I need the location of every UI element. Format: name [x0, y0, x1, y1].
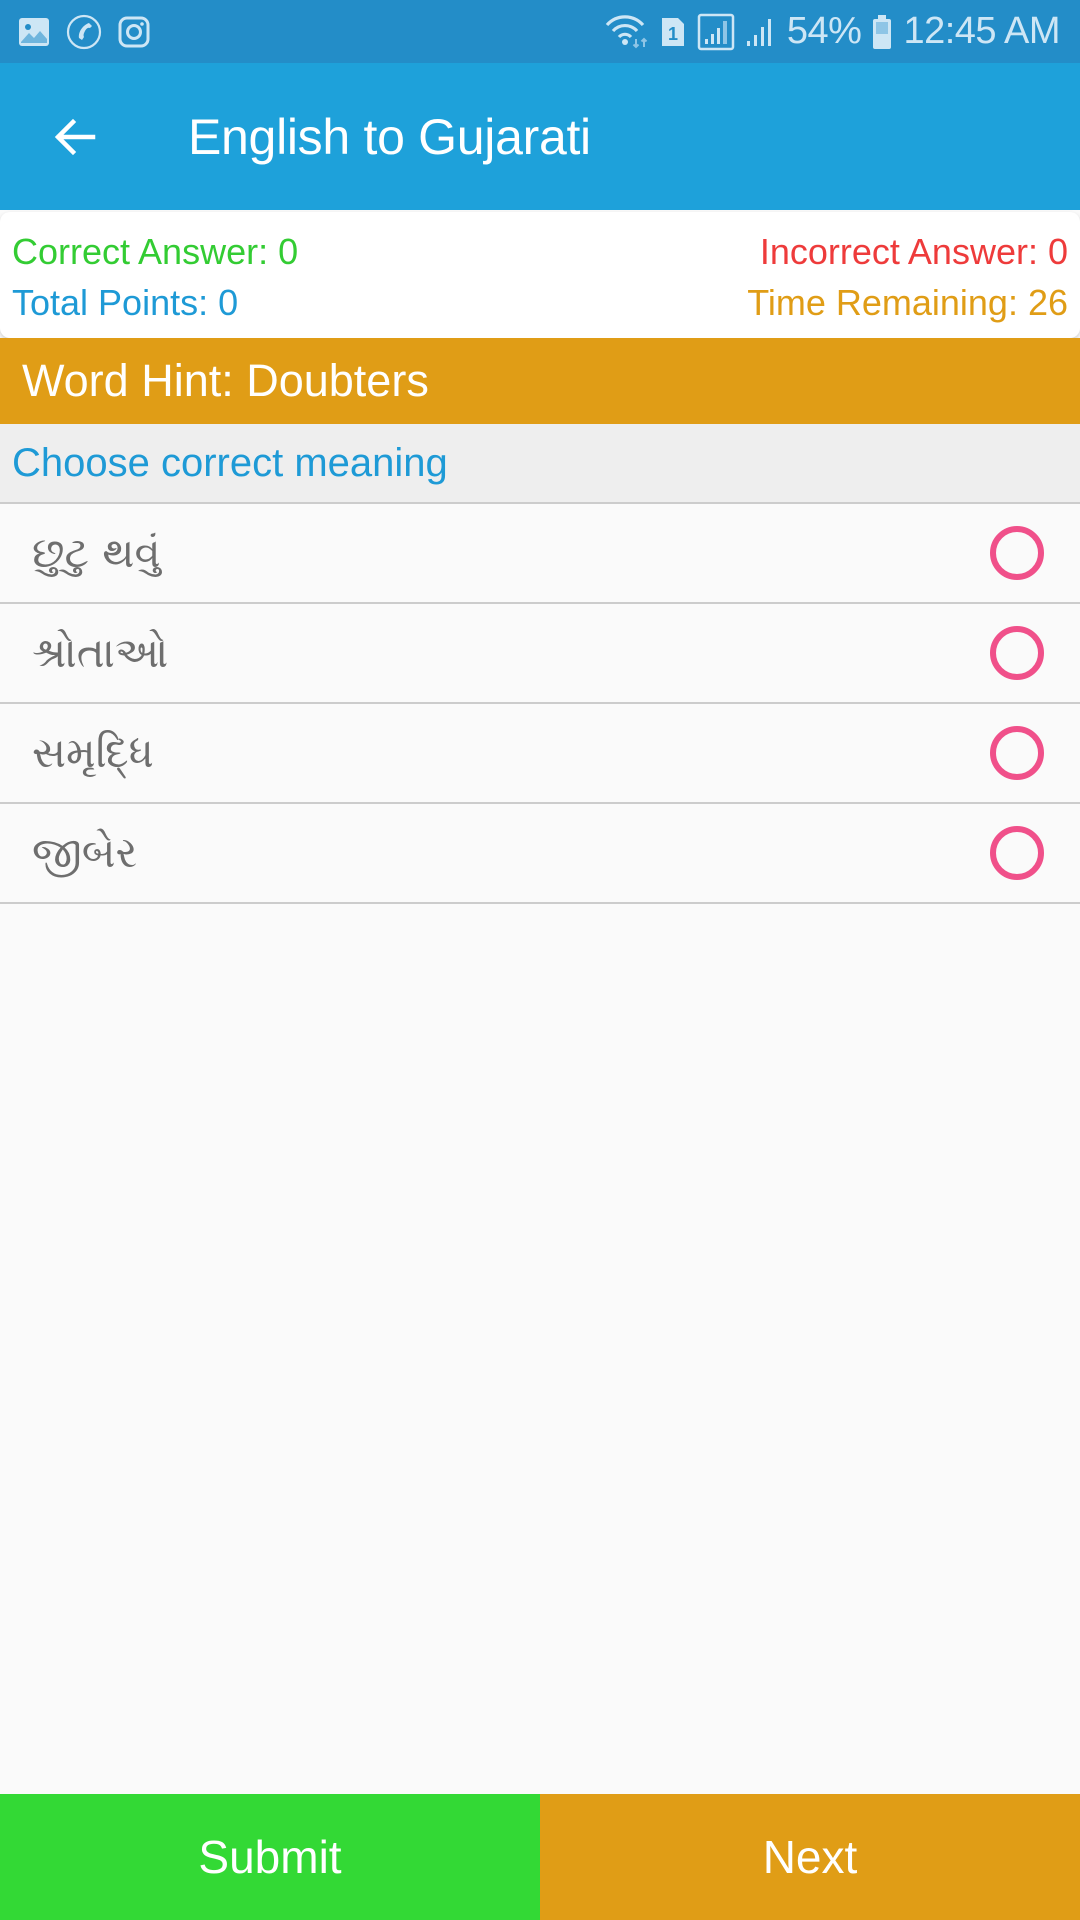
word-hint: Word Hint: Doubters	[22, 355, 429, 406]
instagram-icon	[118, 16, 150, 48]
answer-option[interactable]: જીબેર	[0, 804, 1080, 904]
gallery-icon	[18, 16, 50, 48]
bottom-action-bar: Submit Next	[0, 1794, 1080, 1920]
option-label: સમૃદ્ધિ	[32, 728, 154, 777]
option-label: જીબેર	[32, 828, 138, 877]
word-hint-bar: Word Hint: Doubters	[0, 338, 1080, 424]
submit-button[interactable]: Submit	[0, 1794, 540, 1920]
page-title: English to Gujarati	[188, 108, 591, 165]
score-row-status: Total Points: 0 Time Remaining: 26	[12, 277, 1068, 328]
radio-button[interactable]	[990, 626, 1044, 680]
status-bar: 1 54% 12:45 AM	[0, 0, 1080, 63]
question-prompt: Choose correct meaning	[12, 440, 448, 485]
question-header: Choose correct meaning	[0, 424, 1080, 504]
incorrect-answer-count: Incorrect Answer: 0	[759, 230, 1068, 272]
app-bar: English to Gujarati	[0, 63, 1080, 210]
option-label: છુટુ થવું	[32, 528, 161, 577]
signal-box-icon	[697, 13, 735, 51]
radio-button[interactable]	[990, 526, 1044, 580]
answer-option[interactable]: શ્રોતાઓ	[0, 604, 1080, 704]
signal-icon	[745, 15, 777, 49]
score-card: Correct Answer: 0 Incorrect Answer: 0 To…	[0, 212, 1080, 338]
battery-icon	[871, 14, 893, 50]
arrow-left-icon	[54, 118, 96, 155]
time-remaining: Time Remaining: 26	[747, 281, 1068, 323]
notification-icons	[18, 14, 166, 50]
answer-option[interactable]: સમૃદ્ધિ	[0, 704, 1080, 804]
battery-percent: 54%	[786, 10, 862, 52]
back-button[interactable]	[40, 102, 110, 172]
system-icons: 1 54% 12:45 AM	[605, 10, 1060, 53]
total-points: Total Points: 0	[12, 281, 239, 323]
answer-option[interactable]: છુટુ થવું	[0, 504, 1080, 604]
radio-button[interactable]	[990, 826, 1044, 880]
wifi-icon	[605, 14, 649, 49]
sim-1-icon: 1	[659, 15, 687, 49]
answer-options: છુટુ થવું શ્રોતાઓ સમૃદ્ધિ જીબેર	[0, 504, 1080, 904]
option-label: શ્રોતાઓ	[32, 628, 169, 677]
radio-button[interactable]	[990, 726, 1044, 780]
next-button[interactable]: Next	[540, 1794, 1080, 1920]
svg-text:1: 1	[668, 24, 678, 44]
phone-call-icon	[66, 14, 102, 50]
screen: 1 54% 12:45 AM English to Gujarati Corre…	[0, 0, 1080, 1920]
correct-answer-count: Correct Answer: 0	[12, 230, 299, 272]
clock: 12:45 AM	[903, 10, 1060, 52]
score-row-answers: Correct Answer: 0 Incorrect Answer: 0	[12, 226, 1068, 277]
